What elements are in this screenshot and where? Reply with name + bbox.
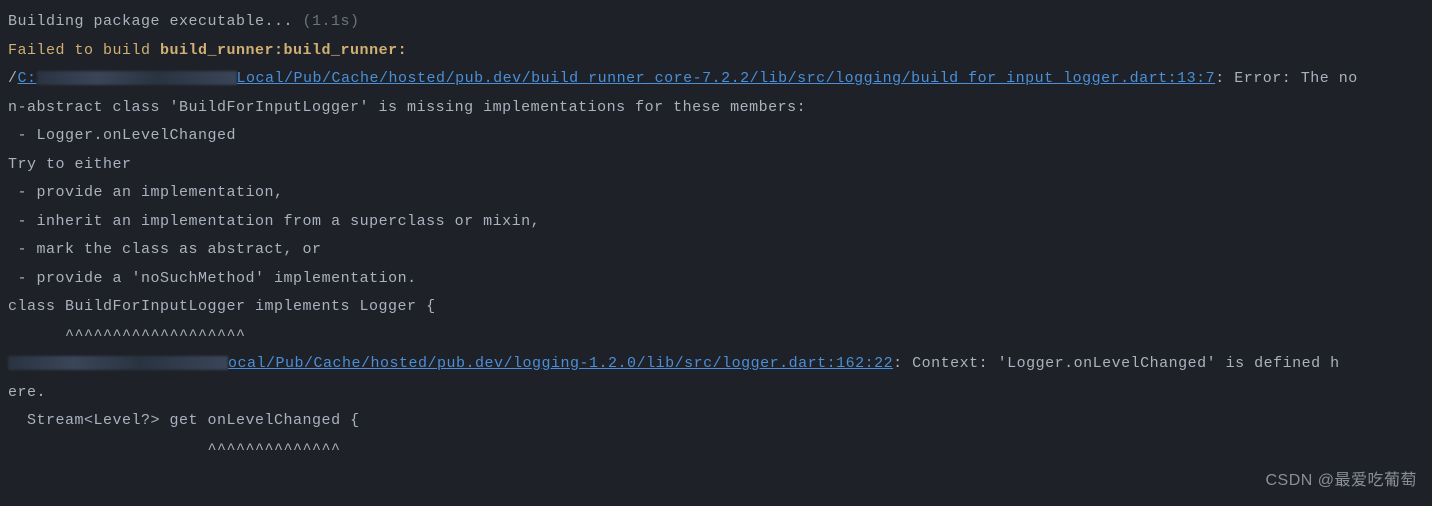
drive-letter: C: bbox=[18, 70, 37, 87]
redacted-path bbox=[8, 356, 228, 370]
output-line: - provide a 'noSuchMethod' implementatio… bbox=[8, 265, 1424, 294]
output-line: ere. bbox=[8, 379, 1424, 408]
redacted-path bbox=[37, 71, 237, 85]
path-slash: / bbox=[8, 70, 18, 87]
error-package: build_runner:build_runner: bbox=[160, 42, 407, 59]
output-line: ^^^^^^^^^^^^^^ bbox=[8, 436, 1424, 465]
output-line: Try to either bbox=[8, 151, 1424, 180]
file-path: Local/Pub/Cache/hosted/pub.dev/build_run… bbox=[237, 70, 1216, 87]
output-line: Failed to build build_runner:build_runne… bbox=[8, 37, 1424, 66]
output-line: - inherit an implementation from a super… bbox=[8, 208, 1424, 237]
output-line: - provide an implementation, bbox=[8, 179, 1424, 208]
output-line: /C: Local/Pub/Cache/hosted/pub.dev/build_… bbox=[8, 65, 1424, 94]
file-path-link[interactable]: C: Local/Pub/Cache/hosted/pub.dev/build_r… bbox=[18, 70, 1216, 87]
context-message: : Context: 'Logger.onLevelChanged' is de… bbox=[893, 355, 1340, 372]
output-line: Stream<Level?> get onLevelChanged { bbox=[8, 407, 1424, 436]
build-time: (1.1s) bbox=[303, 13, 360, 30]
output-line: class BuildForInputLogger implements Log… bbox=[8, 293, 1424, 322]
output-line: ocal/Pub/Cache/hosted/pub.dev/logging-1.… bbox=[8, 350, 1424, 379]
error-prefix: Failed to build bbox=[8, 42, 160, 59]
error-label: : Error: The no bbox=[1215, 70, 1358, 87]
output-line: n-abstract class 'BuildForInputLogger' i… bbox=[8, 94, 1424, 123]
output-line: - Logger.onLevelChanged bbox=[8, 122, 1424, 151]
terminal-output: Building package executable... (1.1s) Fa… bbox=[8, 8, 1424, 464]
file-path-link[interactable]: ocal/Pub/Cache/hosted/pub.dev/logging-1.… bbox=[228, 355, 893, 372]
watermark-text: CSDN @最爱吃葡萄 bbox=[1265, 466, 1417, 496]
output-line: - mark the class as abstract, or bbox=[8, 236, 1424, 265]
build-message: Building package executable... bbox=[8, 13, 303, 30]
output-line: Building package executable... (1.1s) bbox=[8, 8, 1424, 37]
output-line: ^^^^^^^^^^^^^^^^^^^ bbox=[8, 322, 1424, 351]
